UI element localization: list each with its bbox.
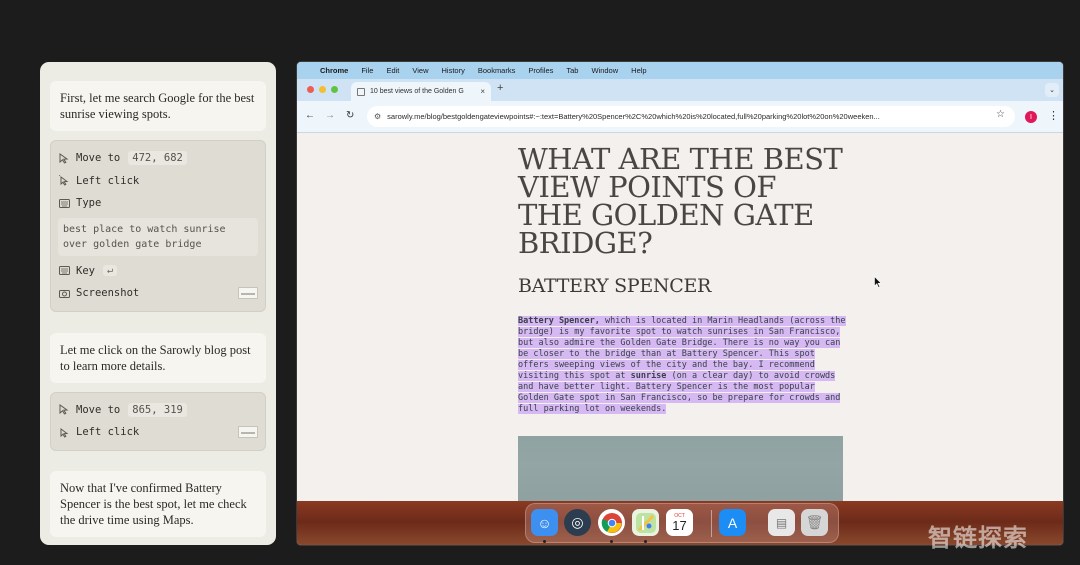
return-key-icon: ↵ bbox=[102, 265, 117, 277]
cursor-move-icon bbox=[58, 152, 70, 164]
keyboard-icon bbox=[58, 197, 70, 209]
action-screenshot: Screenshot bbox=[58, 282, 258, 305]
maps-icon[interactable] bbox=[632, 509, 659, 536]
calendar-icon[interactable]: OCT 17 bbox=[666, 509, 693, 536]
cursor-click-icon bbox=[58, 175, 70, 187]
chrome-icon[interactable] bbox=[598, 509, 625, 536]
page-favicon-icon bbox=[357, 87, 365, 96]
action-group: Move to 865, 319 Left click bbox=[50, 391, 266, 451]
profile-avatar[interactable]: I bbox=[1025, 111, 1037, 123]
browser-toolbar: ← → ↻ ⚙ sarowly.me/blog/bestgoldengatevi… bbox=[297, 101, 1063, 133]
tab-strip: 10 best views of the Golden G × + ⌄ bbox=[297, 79, 1063, 101]
action-label: Move to bbox=[76, 403, 121, 416]
tab-close-icon[interactable]: × bbox=[480, 87, 485, 96]
article-paragraph: Battery Spencer, which is located in Mar… bbox=[518, 316, 848, 415]
screen: Chrome File Edit View History Bookmarks … bbox=[296, 61, 1064, 546]
screenshot-thumbnail[interactable] bbox=[238, 426, 258, 439]
typed-text: best place to watch sunrise over golden … bbox=[58, 217, 258, 256]
menu-history[interactable]: History bbox=[442, 66, 465, 75]
dock: ☺ ◎ OCT 17 A ▤ 🗑 bbox=[525, 503, 839, 543]
reload-icon[interactable]: ↻ bbox=[346, 110, 354, 121]
trash-icon[interactable]: 🗑 bbox=[801, 509, 828, 536]
keyboard-icon bbox=[58, 265, 70, 277]
url-text: sarowly.me/blog/bestgoldengateviewpoints… bbox=[387, 112, 880, 121]
action-click: Left click bbox=[58, 421, 258, 444]
watermark-logo: 智链探索 bbox=[928, 524, 1028, 552]
tab-search-icon[interactable]: ⌄ bbox=[1045, 83, 1059, 97]
menu-window[interactable]: Window bbox=[591, 66, 618, 75]
action-key: Key ↵ bbox=[58, 260, 258, 283]
article-subheading: BATTERY SPENCER bbox=[518, 275, 712, 297]
action-move: Move to 472, 682 bbox=[58, 147, 258, 170]
action-label: Move to bbox=[76, 152, 121, 165]
document-icon[interactable]: ▤ bbox=[768, 509, 795, 536]
menu-tab[interactable]: Tab bbox=[566, 66, 578, 75]
action-group: Move to 472, 682 Left click Type best pl… bbox=[50, 140, 266, 312]
action-click: Left click bbox=[58, 170, 258, 193]
menu-profiles[interactable]: Profiles bbox=[528, 66, 553, 75]
dock-running-indicator bbox=[610, 540, 613, 543]
action-type: Type bbox=[58, 192, 258, 215]
screenshot-thumbnail[interactable] bbox=[238, 287, 258, 300]
site-info-icon[interactable]: ⚙ bbox=[374, 112, 381, 121]
action-label: Key bbox=[76, 264, 95, 277]
cursor-click-icon bbox=[58, 426, 70, 438]
forward-icon[interactable]: → bbox=[325, 110, 335, 121]
menu-file[interactable]: File bbox=[361, 66, 373, 75]
agent-message: Let me click on the Sarowly blog post to… bbox=[50, 332, 266, 383]
app-store-icon[interactable]: A bbox=[719, 509, 746, 536]
minimize-window-button[interactable] bbox=[319, 86, 326, 93]
tab-title: 10 best views of the Golden G bbox=[370, 88, 464, 95]
mac-menubar: Chrome File Edit View History Bookmarks … bbox=[297, 62, 1063, 79]
action-label: Type bbox=[76, 197, 102, 210]
safari-icon[interactable]: ◎ bbox=[564, 509, 591, 536]
zoom-window-button[interactable] bbox=[331, 86, 338, 93]
finder-icon[interactable]: ☺ bbox=[531, 509, 558, 536]
dock-running-indicator bbox=[543, 540, 546, 543]
address-bar[interactable]: ⚙ sarowly.me/blog/bestgoldengateviewpoin… bbox=[367, 106, 1015, 127]
highlight-bold: Battery Spencer, bbox=[518, 316, 600, 326]
action-label: Left click bbox=[76, 174, 140, 187]
agent-message: First, let me search Google for the best… bbox=[50, 81, 266, 131]
bookmark-star-icon[interactable]: ☆ bbox=[996, 109, 1005, 120]
calendar-day: 17 bbox=[672, 517, 687, 533]
cursor-move-icon bbox=[58, 404, 70, 416]
dock-running-indicator bbox=[644, 540, 647, 543]
action-label: Left click bbox=[76, 426, 140, 439]
menu-bookmarks[interactable]: Bookmarks bbox=[478, 66, 516, 75]
action-coords: 865, 319 bbox=[128, 402, 187, 417]
web-page: WHAT ARE THE BEST VIEW POINTS OF THE GOL… bbox=[297, 133, 1063, 501]
dock-divider bbox=[711, 510, 712, 537]
article-heading: WHAT ARE THE BEST VIEW POINTS OF THE GOL… bbox=[518, 142, 843, 260]
agent-message: Now that I've confirmed Battery Spencer … bbox=[50, 470, 266, 537]
action-label: Screenshot bbox=[76, 287, 140, 300]
mouse-cursor-icon bbox=[874, 275, 882, 291]
article-photo bbox=[518, 436, 843, 501]
tab-active[interactable]: 10 best views of the Golden G × bbox=[351, 82, 491, 101]
agent-panel: First, let me search Google for the best… bbox=[40, 62, 276, 545]
camera-icon bbox=[58, 287, 70, 299]
menu-app-chrome[interactable]: Chrome bbox=[320, 66, 348, 75]
menu-help[interactable]: Help bbox=[631, 66, 646, 75]
close-window-button[interactable] bbox=[307, 86, 314, 93]
action-move: Move to 865, 319 bbox=[58, 399, 258, 422]
more-menu-icon[interactable]: ⋮ bbox=[1048, 109, 1059, 122]
back-icon[interactable]: ← bbox=[305, 110, 315, 121]
menu-view[interactable]: View bbox=[412, 66, 428, 75]
menu-edit[interactable]: Edit bbox=[386, 66, 399, 75]
highlight-bold: sunrise bbox=[630, 371, 667, 381]
new-tab-button[interactable]: + bbox=[497, 82, 503, 94]
action-coords: 472, 682 bbox=[128, 151, 187, 166]
